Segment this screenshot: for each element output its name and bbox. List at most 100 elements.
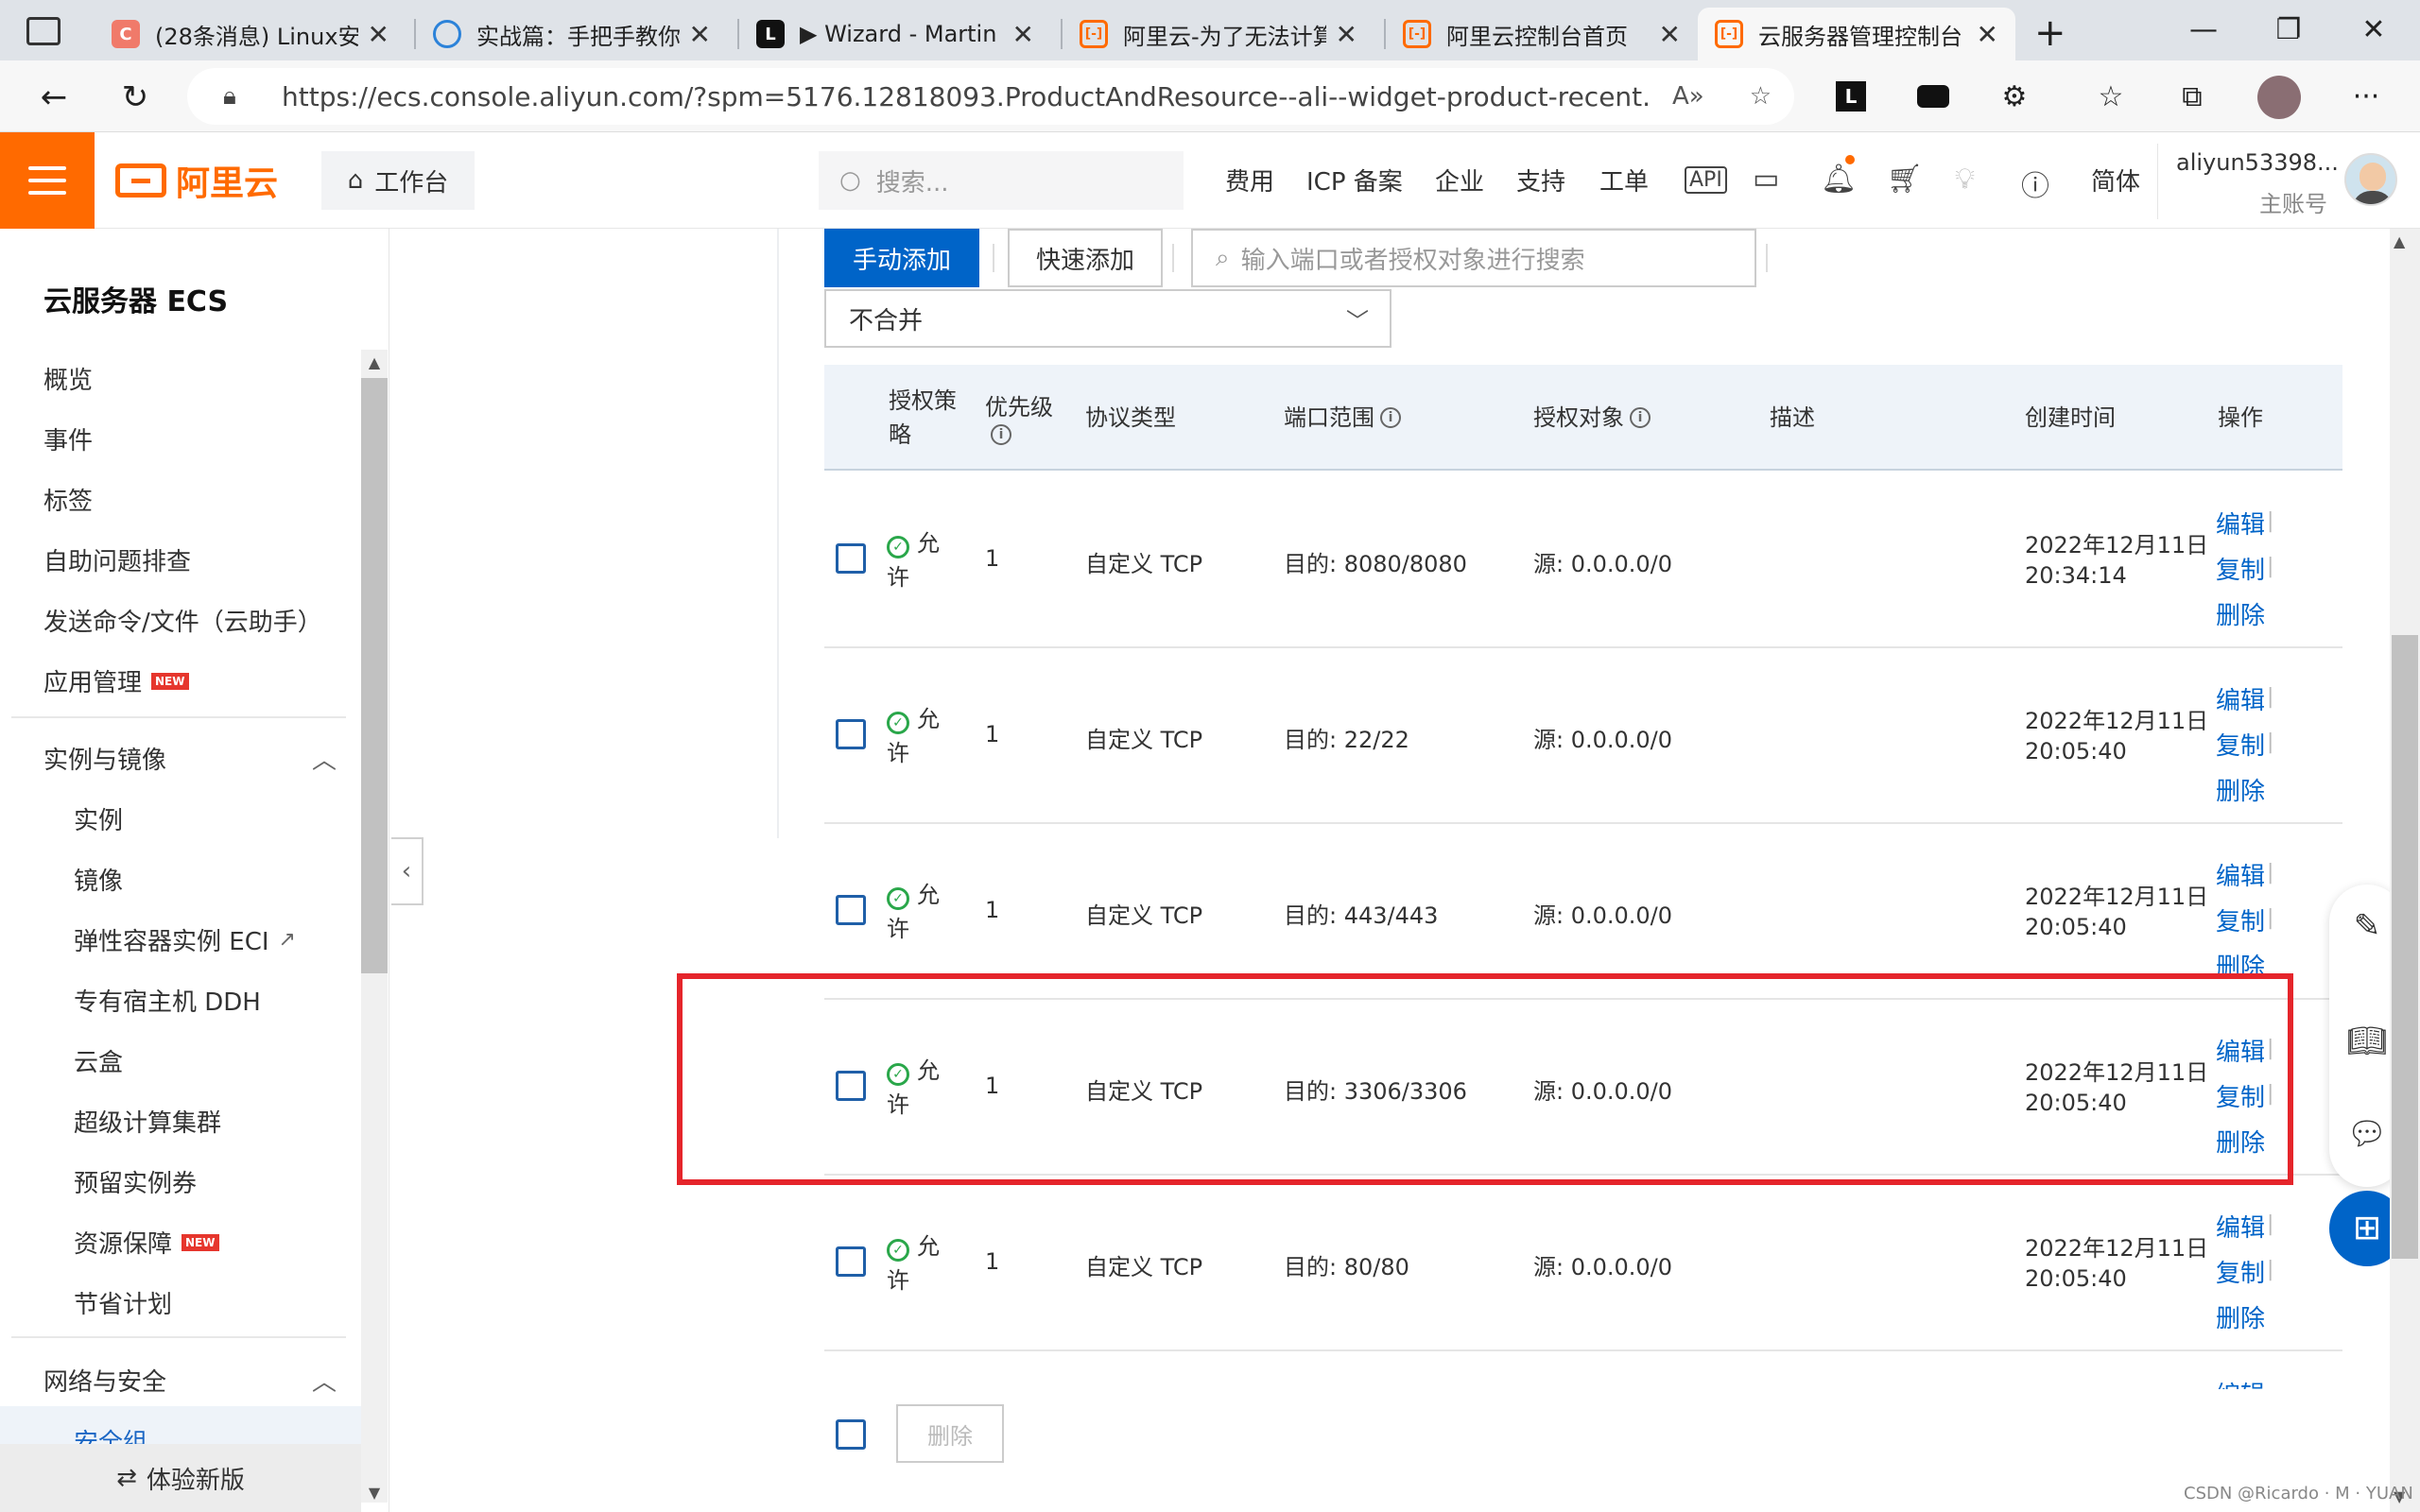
merge-select[interactable]: 不合并 ﹀ [824, 289, 1392, 348]
copy-link[interactable]: 复制 [2216, 551, 2265, 586]
extensions-icon[interactable]: ⚙ [1991, 74, 2038, 121]
delete-link[interactable]: 删除 [2216, 596, 2265, 631]
header-search-input[interactable]: ○ 搜索... [819, 151, 1184, 210]
scroll-up-icon[interactable]: ▲ [2394, 232, 2405, 250]
extension-game-icon[interactable] [1917, 85, 1949, 108]
cart-icon[interactable]: 🛒︎ [1887, 163, 1923, 196]
copy-link[interactable]: 复制 [2216, 727, 2265, 762]
browser-tab-4[interactable]: [-] 阿里云-为了无法计算 ✕ [1063, 8, 1374, 60]
new-tab-icon[interactable]: + [2034, 11, 2066, 55]
more-icon[interactable]: ··· [2342, 74, 2390, 121]
workbench-button[interactable]: ⌂ 工作台 [321, 151, 475, 210]
main-scrollbar-thumb[interactable] [2392, 635, 2418, 1259]
sidebar-item-reserved[interactable]: 预留实例券 [74, 1164, 197, 1199]
scroll-down-icon[interactable]: ▼ [361, 1484, 388, 1502]
close-tab-icon[interactable]: ✕ [1659, 19, 1681, 50]
docs-icon[interactable]: 📖︎ [2339, 1013, 2395, 1070]
refresh-icon[interactable]: ↻ [112, 74, 159, 121]
restore-icon[interactable]: ❐ [2246, 9, 2331, 51]
close-window-icon[interactable]: ✕ [2331, 9, 2416, 51]
bell-icon[interactable]: 🔔︎ [1821, 163, 1857, 196]
browser-tab-2[interactable]: 实战篇：手把手教你 ✕ [416, 8, 728, 60]
bulb-icon[interactable]: 💡︎ [1955, 163, 1975, 196]
row-checkbox[interactable] [836, 1246, 866, 1277]
sidebar-scrollbar-thumb[interactable] [361, 378, 388, 973]
rule-search-input[interactable]: ⌕ 输入端口或者授权对象进行搜索 [1191, 229, 1756, 287]
sidebar-item-savings-plan[interactable]: 节省计划 [74, 1285, 172, 1320]
manual-add-button[interactable]: 手动添加 [824, 229, 979, 287]
sidebar-item-scc[interactable]: 超级计算集群 [74, 1104, 221, 1139]
avatar[interactable] [2344, 153, 2397, 206]
chat-icon[interactable]: 💬︎ [2339, 1106, 2395, 1162]
select-all-checkbox[interactable] [836, 1419, 866, 1450]
minimize-icon[interactable]: — [2161, 9, 2246, 51]
url-field[interactable]: 🔒︎ https://ecs.console.aliyun.com/?spm=5… [187, 68, 1794, 125]
sidebar-group-network[interactable]: 网络与安全 ︿ [43, 1363, 337, 1398]
info-icon[interactable]: i [991, 424, 1011, 445]
close-tab-icon[interactable]: ✕ [368, 19, 389, 50]
sidebar-item-ddh[interactable]: 专有宿主机 DDH [74, 983, 261, 1018]
help-icon[interactable]: ⓘ [2021, 163, 2049, 204]
header-link-fee[interactable]: 费用 [1225, 163, 1274, 198]
edit-link[interactable]: 编辑 [2216, 1209, 2265, 1244]
edit-link[interactable]: 编辑 [2216, 506, 2265, 541]
row-checkbox[interactable] [836, 543, 866, 574]
info-icon[interactable]: i [1630, 407, 1651, 428]
info-icon[interactable]: i [1380, 407, 1401, 428]
language-switch[interactable]: 简体 [2091, 163, 2140, 198]
created-date: 2022年12月11日 [2025, 708, 2209, 734]
sidebar-item-image[interactable]: 镜像 [74, 862, 123, 897]
tab-actions-icon[interactable] [26, 17, 60, 45]
collections-icon[interactable]: ⧉ [2169, 74, 2216, 121]
delete-link[interactable]: 删除 [2216, 1299, 2265, 1334]
sidebar-item-instance[interactable]: 实例 [74, 801, 123, 836]
sidebar-group-instances[interactable]: 实例与镜像 ︿ [43, 741, 337, 776]
close-tab-icon[interactable]: ✕ [1977, 19, 1998, 50]
header-link-ticket[interactable]: 工单 [1599, 163, 1649, 198]
try-new-version-button[interactable]: ⇄ 体验新版 [0, 1444, 361, 1512]
row-checkbox[interactable] [836, 895, 866, 925]
account-name[interactable]: aliyun53398... [2176, 149, 2339, 176]
copy-link[interactable]: 复制 [2216, 1254, 2265, 1289]
back-icon[interactable]: ← [30, 74, 78, 121]
header-link-icp[interactable]: ICP 备案 [1306, 163, 1403, 198]
browser-tab-1[interactable]: C (28条消息) Linux安装 ✕ [95, 8, 406, 60]
browser-tab-5[interactable]: [-] 阿里云控制台首页 ✕ [1386, 8, 1698, 60]
sidebar-item-overview[interactable]: 概览 [43, 361, 93, 396]
delete-link[interactable]: 删除 [2216, 772, 2265, 807]
sidebar-item-cloudbox[interactable]: 云盒 [74, 1043, 123, 1078]
edit-link[interactable]: 编辑 [2216, 857, 2265, 892]
sidebar-item-resource-assurance[interactable]: 资源保障 NEW [74, 1225, 219, 1260]
read-aloud-icon[interactable]: A» [1672, 82, 1704, 111]
edit-feedback-icon[interactable]: ✎ [2339, 898, 2395, 954]
header-link-enterprise[interactable]: 企业 [1435, 163, 1484, 198]
sidebar-item-app-management[interactable]: 应用管理 NEW [43, 663, 189, 698]
sidebar-item-troubleshoot[interactable]: 自助问题排查 [43, 542, 191, 577]
copy-link[interactable]: 复制 [2216, 902, 2265, 937]
browser-tab-3[interactable]: L ▶ Wizard - Martin G ✕ [739, 8, 1051, 60]
edit-link-partial[interactable]: 编辑 [2216, 1376, 2265, 1389]
scroll-up-icon[interactable]: ▲ [361, 353, 388, 371]
sidebar-item-cloud-assistant[interactable]: 发送命令/文件（云助手） [43, 603, 322, 638]
collapse-sidebar-icon[interactable]: ‹ [391, 837, 424, 905]
quick-add-button[interactable]: 快速添加 [1008, 229, 1163, 287]
menu-icon[interactable] [0, 132, 95, 229]
edit-link[interactable]: 编辑 [2216, 681, 2265, 716]
api-icon[interactable]: API [1685, 166, 1727, 194]
bulk-delete-button[interactable]: 删除 [896, 1404, 1004, 1463]
row-checkbox[interactable] [836, 719, 866, 749]
profile-avatar[interactable] [2257, 76, 2301, 119]
aliyun-logo[interactable]: 阿里云 [115, 153, 278, 208]
favorites-icon[interactable]: ☆ [2087, 74, 2135, 121]
header-link-support[interactable]: 支持 [1516, 163, 1565, 198]
close-tab-icon[interactable]: ✕ [1336, 19, 1357, 50]
sidebar-item-events[interactable]: 事件 [43, 421, 93, 456]
sidebar-item-eci[interactable]: 弹性容器实例 ECI ↗ [74, 922, 296, 957]
close-tab-icon[interactable]: ✕ [1012, 19, 1034, 50]
browser-tab-6-active[interactable]: [-] 云服务器管理控制台 ✕ [1698, 8, 2015, 60]
sidebar-item-tags[interactable]: 标签 [43, 482, 93, 517]
terminal-icon[interactable]: ▭ [1753, 163, 1779, 196]
add-favorite-icon[interactable]: ☆ [1750, 82, 1772, 111]
close-tab-icon[interactable]: ✕ [689, 19, 711, 50]
extension-l-icon[interactable]: L [1836, 81, 1866, 112]
